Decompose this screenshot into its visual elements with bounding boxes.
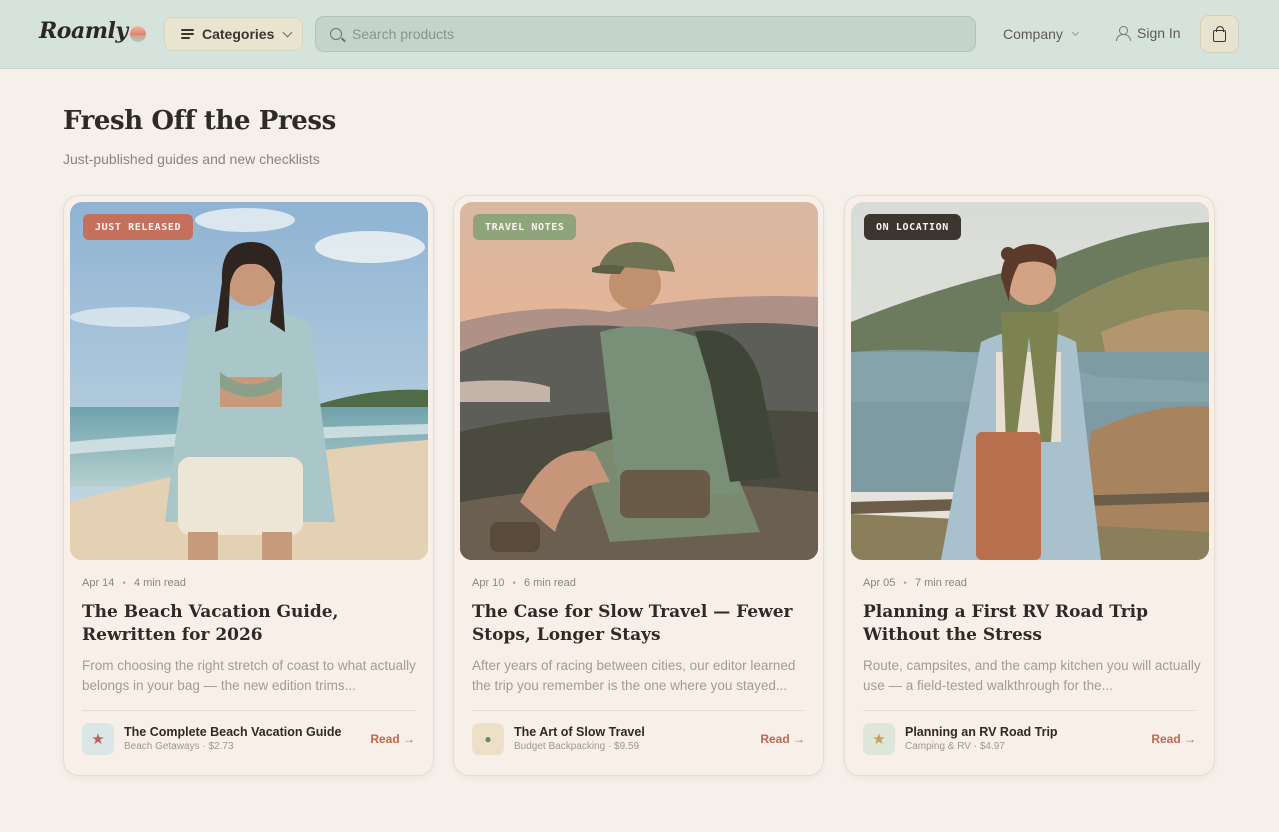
read-time: 4 min read [133,577,186,589]
search-input[interactable] [352,26,932,42]
sign-in-link[interactable]: Sign In [1116,25,1181,41]
article-badge: TRAVEL NOTES [473,214,577,240]
product-name[interactable]: The Complete Beach Vacation Guide [124,725,341,739]
article-meta: Apr 10 • 6 min read [472,577,576,589]
chevron-down-icon [1071,28,1079,37]
product-category-price: Camping & RV · $4.97 [905,741,1005,752]
meta-separator: • [512,577,516,589]
card-divider [472,710,805,711]
article-image-beach[interactable]: JUST RELEASED [70,202,428,560]
publish-date: Apr 05 [863,577,896,589]
chevron-down-icon [282,27,293,37]
article-title[interactable]: The Beach Vacation Guide, Rewritten for … [82,601,422,647]
article-excerpt: After years of racing between cities, ou… [472,658,796,693]
sunset-logo-icon [130,26,146,42]
beach-photo [70,202,428,560]
article-title[interactable]: Planning a First RV Road Trip Without th… [863,601,1203,647]
article-image-coast[interactable]: ON LOCATION [851,202,1209,560]
top-navigation-bar: Roamly Categories Company Sign In [0,0,1279,69]
article-title[interactable]: The Case for Slow Travel — Fewer Stops, … [472,601,812,647]
map-pin-icon: ● [472,723,504,755]
article-image-mountain[interactable]: TRAVEL NOTES [460,202,818,560]
categories-label: Categories [202,26,275,42]
coast-photo [851,202,1209,560]
categories-button[interactable]: Categories [164,17,303,51]
product-category-price: Beach Getaways · $2.73 [124,741,234,752]
article-excerpt: Route, campsites, and the camp kitchen y… [863,658,1201,693]
read-time: 6 min read [523,577,576,589]
product-category-price: Budget Backpacking · $9.59 [514,741,640,752]
publish-date: Apr 10 [472,577,505,589]
article-badge: JUST RELEASED [83,214,194,240]
card-divider [82,710,415,711]
search-bar[interactable] [315,16,976,52]
article-card[interactable]: TRAVEL NOTES Apr 10 • 6 min read The Cas… [453,195,824,776]
article-excerpt: From choosing the right stretch of coast… [82,658,416,693]
read-link[interactable]: Read → [370,732,415,746]
product-name[interactable]: The Art of Slow Travel [514,725,645,739]
section-title: Fresh Off the Press [63,106,336,136]
menu-icon [181,29,194,39]
meta-separator: • [903,577,907,589]
star-icon: ★ [82,723,114,755]
article-card[interactable]: ON LOCATION Apr 05 • 7 min read Planning… [844,195,1215,776]
user-icon [1116,26,1131,41]
sign-in-label: Sign In [1137,25,1181,41]
publish-date: Apr 14 [82,577,115,589]
meta-separator: • [122,577,126,589]
company-label: Company [1003,26,1063,42]
read-time: 7 min read [914,577,967,589]
read-link[interactable]: Read → [1151,732,1196,746]
product-name[interactable]: Planning an RV Road Trip [905,725,1058,739]
card-divider [863,710,1196,711]
shopping-bag-icon [1213,25,1226,42]
mountain-photo [460,202,818,560]
section-subtitle: Just-published guides and new checklists [63,151,320,167]
search-icon [330,28,342,40]
article-card[interactable]: JUST RELEASED Apr 14 • 4 min read The Be… [63,195,434,776]
star-icon: ★ [863,723,895,755]
brand-logo[interactable]: Roamly [39,18,128,44]
company-menu[interactable]: Company [1003,26,1079,42]
article-meta: Apr 14 • 4 min read [82,577,186,589]
cart-button[interactable] [1200,15,1239,53]
article-badge: ON LOCATION [864,214,961,240]
read-link[interactable]: Read → [760,732,805,746]
article-meta: Apr 05 • 7 min read [863,577,967,589]
